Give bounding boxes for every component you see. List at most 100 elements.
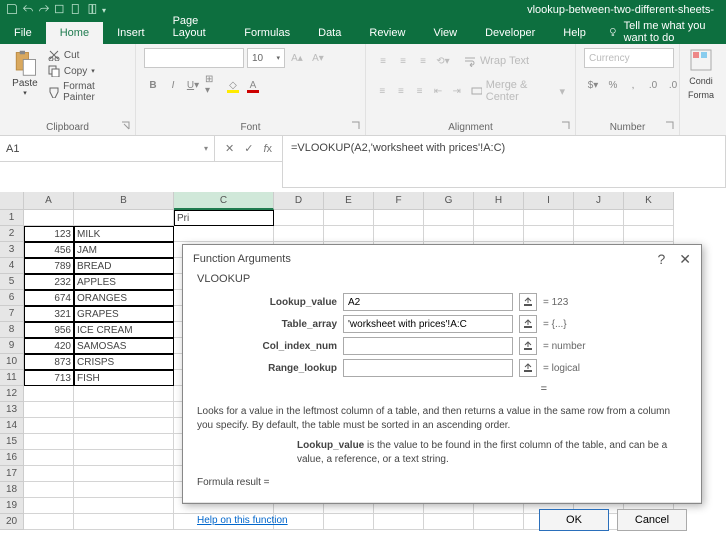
cell[interactable]: APPLES [74,274,174,290]
align-right-icon[interactable]: ≡ [411,82,428,100]
cell[interactable]: 420 [24,338,74,354]
cell[interactable] [24,498,74,514]
copy-button[interactable]: Copy ▾ [46,64,127,78]
cell[interactable] [74,402,174,418]
align-center-icon[interactable]: ≡ [393,82,410,100]
cell[interactable] [74,434,174,450]
decrease-indent-icon[interactable]: ⇤ [430,82,447,100]
cell[interactable]: 713 [24,370,74,386]
column-header[interactable]: H [474,192,524,210]
cell[interactable] [524,226,574,242]
dialog-launcher-icon[interactable] [351,121,361,131]
align-top-icon[interactable]: ≡ [374,52,392,70]
cell[interactable] [524,210,574,226]
fx-icon[interactable]: fx [263,143,272,155]
cell[interactable] [574,210,624,226]
font-select[interactable] [144,48,244,68]
dialog-launcher-icon[interactable] [561,121,571,131]
cell[interactable] [74,498,174,514]
fill-color-button[interactable]: ◇ [224,76,242,94]
font-size-select[interactable]: 10▾ [247,48,285,68]
collapse-dialog-icon[interactable] [519,315,537,333]
cell[interactable]: 123 [24,226,74,242]
redo-icon[interactable] [38,3,50,18]
column-header[interactable]: I [524,192,574,210]
column-header[interactable]: F [374,192,424,210]
bold-button[interactable]: B [144,76,162,94]
paste-button[interactable]: Paste ▾ [8,48,42,97]
arg-input[interactable] [343,315,513,333]
dialog-launcher-icon[interactable] [665,121,675,131]
cut-button[interactable]: Cut [46,48,127,62]
cell[interactable] [24,466,74,482]
cell[interactable] [274,210,324,226]
row-header[interactable]: 20 [0,514,24,530]
row-header[interactable]: 13 [0,402,24,418]
cell[interactable] [74,210,174,226]
cell[interactable] [624,226,674,242]
cell[interactable] [474,210,524,226]
cell[interactable] [324,226,374,242]
tab-formulas[interactable]: Formulas [230,22,304,44]
qat-icon[interactable] [54,3,66,18]
tell-me[interactable]: Tell me what you want to do [600,20,726,44]
cell[interactable]: 674 [24,290,74,306]
formula-bar[interactable]: =VLOOKUP(A2,'worksheet with prices'!A:C) [282,136,726,188]
tab-data[interactable]: Data [304,22,355,44]
collapse-dialog-icon[interactable] [519,359,537,377]
ok-button[interactable]: OK [539,509,609,531]
enter-formula-icon[interactable]: ✓ [244,142,253,155]
cell[interactable] [74,466,174,482]
align-bottom-icon[interactable]: ≡ [414,52,432,70]
cell[interactable]: 873 [24,354,74,370]
cell[interactable]: MILK [74,226,174,242]
border-button[interactable]: ⊞ ▾ [204,76,222,94]
cell[interactable] [74,386,174,402]
accounting-icon[interactable]: $▾ [584,76,602,94]
cell[interactable] [24,434,74,450]
cell[interactable]: SAMOSAS [74,338,174,354]
font-color-button[interactable]: A [244,76,262,94]
cell[interactable] [74,418,174,434]
column-header[interactable]: E [324,192,374,210]
cell[interactable] [24,386,74,402]
column-header[interactable]: D [274,192,324,210]
wrap-text-button[interactable]: Wrap Text [462,54,531,68]
arg-input[interactable] [343,359,513,377]
cell[interactable] [474,226,524,242]
row-header[interactable]: 1 [0,210,24,226]
cell[interactable] [374,226,424,242]
cell[interactable]: ORANGES [74,290,174,306]
row-header[interactable]: 11 [0,370,24,386]
cancel-formula-icon[interactable]: ✕ [225,142,234,155]
column-header[interactable]: J [574,192,624,210]
cell[interactable]: CRISPS [74,354,174,370]
conditional-formatting-button[interactable]: Condi Forma [688,48,714,133]
tab-review[interactable]: Review [355,22,419,44]
cell[interactable] [424,210,474,226]
cell[interactable] [374,210,424,226]
row-header[interactable]: 18 [0,482,24,498]
help-icon[interactable]: ? [657,251,665,268]
collapse-dialog-icon[interactable] [519,293,537,311]
cell[interactable]: GRAPES [74,306,174,322]
tab-developer[interactable]: Developer [471,22,549,44]
cell[interactable]: 321 [24,306,74,322]
comma-icon[interactable]: , [624,76,642,94]
increase-font-icon[interactable]: A▴ [288,49,306,67]
cell[interactable] [74,482,174,498]
row-header[interactable]: 6 [0,290,24,306]
cell[interactable]: 232 [24,274,74,290]
cell[interactable] [574,226,624,242]
row-header[interactable]: 14 [0,418,24,434]
row-header[interactable]: 9 [0,338,24,354]
row-header[interactable]: 3 [0,242,24,258]
column-header[interactable]: B [74,192,174,210]
percent-icon[interactable]: % [604,76,622,94]
qat-icon[interactable] [70,3,82,18]
cell[interactable] [324,210,374,226]
cell[interactable] [74,450,174,466]
cell[interactable]: ICE CREAM [74,322,174,338]
cell[interactable]: BREAD [74,258,174,274]
column-header[interactable]: K [624,192,674,210]
